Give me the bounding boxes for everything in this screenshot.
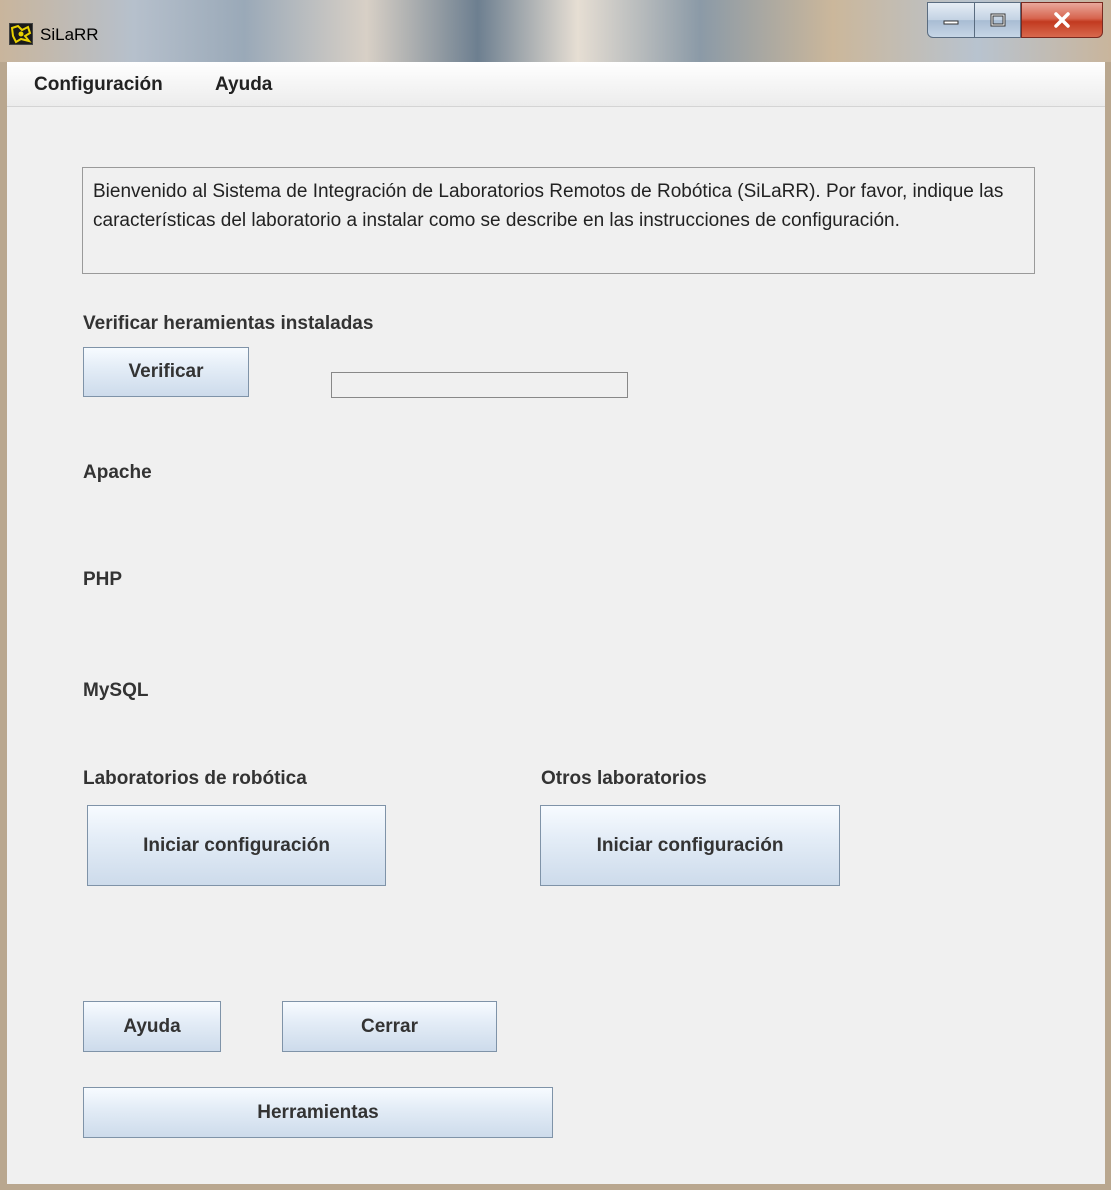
minimize-button[interactable] (927, 2, 975, 38)
verify-progress-bar (331, 372, 628, 398)
maximize-icon (990, 13, 1005, 27)
close-button[interactable] (1021, 2, 1103, 38)
verify-heading: Verificar heramientas instaladas (83, 313, 374, 334)
php-label: PHP (83, 569, 123, 590)
maximize-button[interactable] (975, 2, 1021, 38)
other-start-config-button[interactable]: Iniciar configuración (540, 805, 840, 886)
mysql-label: MySQL (83, 680, 149, 701)
close-icon (1054, 12, 1070, 28)
welcome-text-area: Bienvenido al Sistema de Integración de … (82, 167, 1035, 274)
apache-label: Apache (83, 462, 152, 483)
menu-configuracion[interactable]: Configuración (34, 74, 163, 96)
title-bar[interactable]: SiLaRR (0, 0, 1111, 62)
close-app-button[interactable]: Cerrar (282, 1001, 497, 1052)
app-icon (9, 23, 33, 45)
robotics-start-config-button[interactable]: Iniciar configuración (87, 805, 386, 886)
verify-button[interactable]: Verificar (83, 347, 249, 397)
menu-ayuda[interactable]: Ayuda (215, 74, 272, 96)
help-button[interactable]: Ayuda (83, 1001, 221, 1052)
other-labs-heading: Otros laboratorios (541, 768, 707, 789)
tools-button[interactable]: Herramientas (83, 1087, 553, 1138)
menu-bar: Configuración Ayuda (7, 62, 1105, 107)
robotics-labs-heading: Laboratorios de robótica (83, 768, 307, 789)
window-title: SiLaRR (40, 25, 99, 44)
window-controls (927, 2, 1103, 42)
minimize-icon (943, 20, 959, 25)
